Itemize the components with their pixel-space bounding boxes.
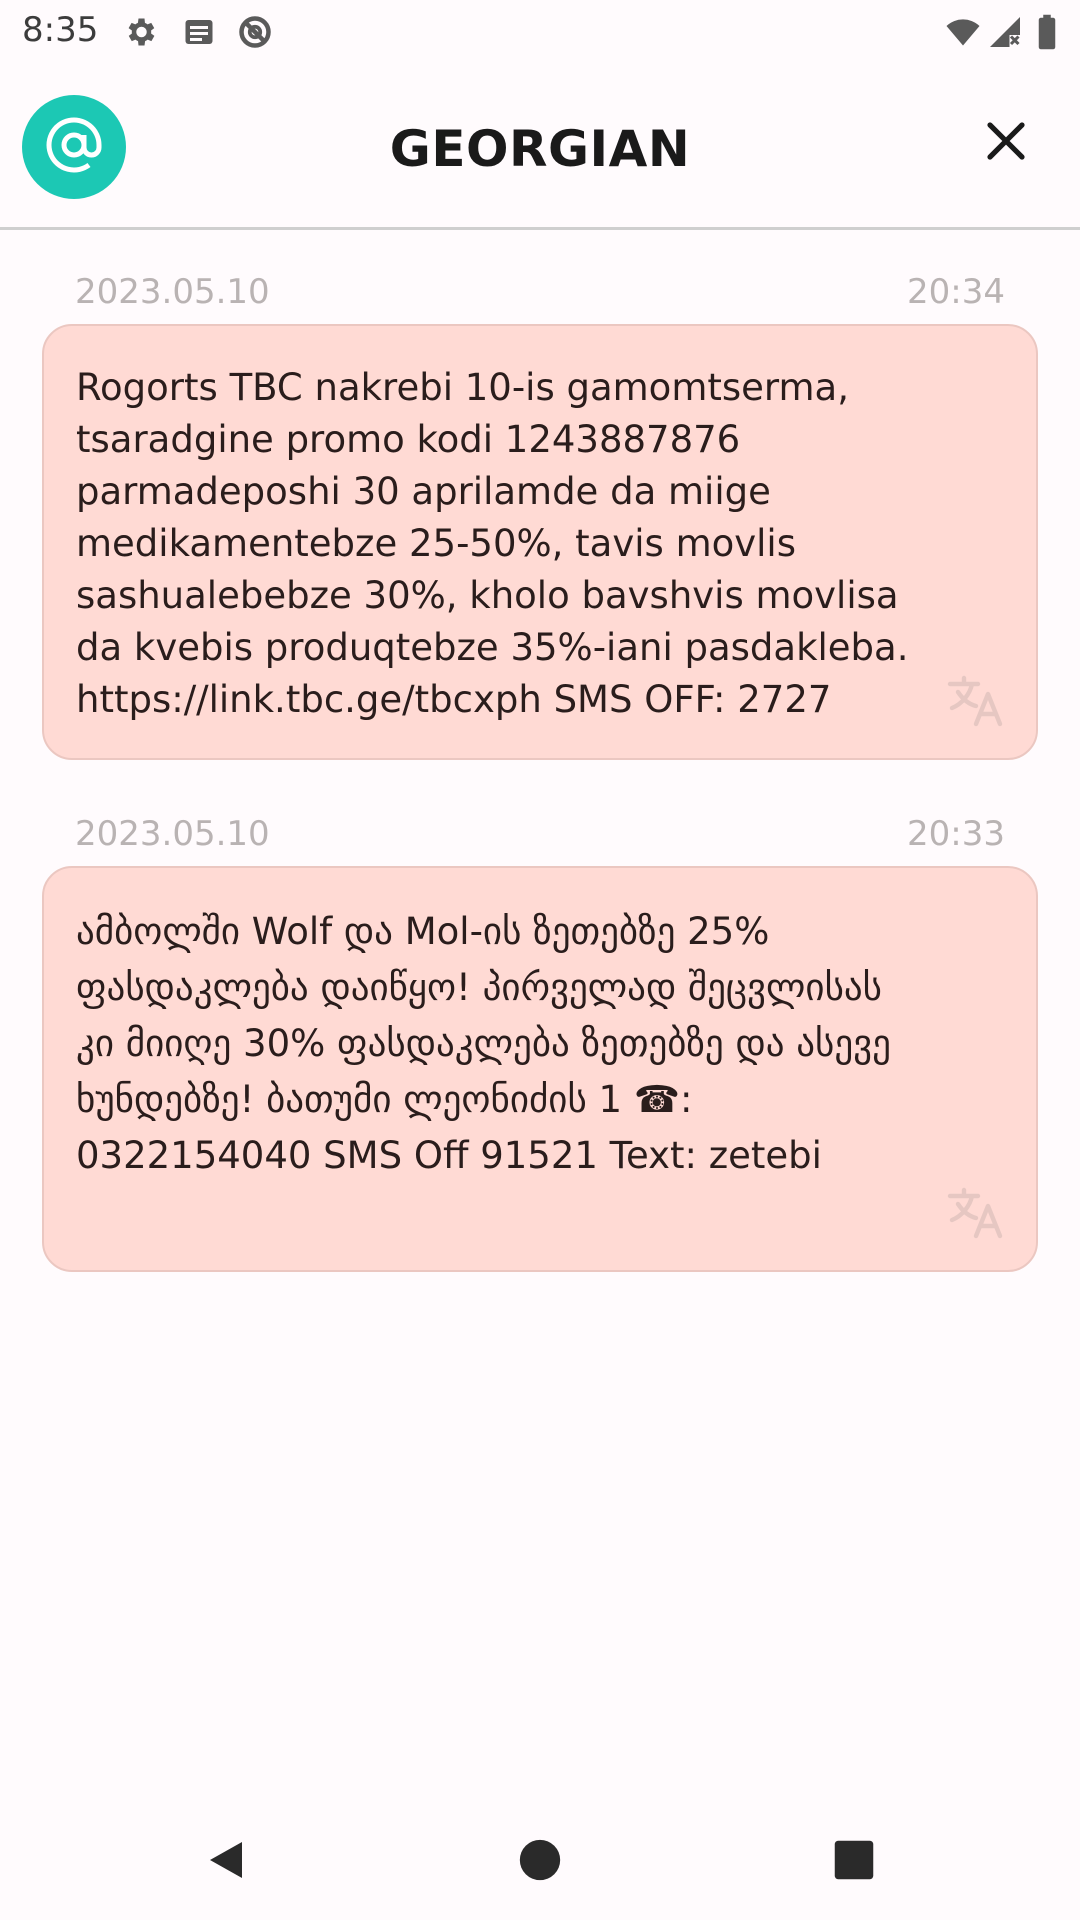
back-icon xyxy=(202,1836,250,1884)
message-item: 2023.05.10 20:33 ამბოლში Wolf და Mol-ის … xyxy=(42,808,1038,1272)
recents-icon xyxy=(833,1839,875,1881)
home-button[interactable] xyxy=(512,1832,568,1888)
message-text: ამბოლში Wolf და Mol-ის ზეთებზე 25% ფასდა… xyxy=(76,910,903,1177)
message-date: 2023.05.10 xyxy=(75,814,270,854)
message-time: 20:33 xyxy=(907,814,1005,854)
navigation-bar xyxy=(0,1800,1080,1920)
page-title: GEORGIAN xyxy=(389,120,691,178)
message-text: Rogorts TBC nakrebi 10-is gamomtserma, t… xyxy=(76,366,921,721)
battery-icon xyxy=(1035,14,1059,50)
status-bar: 8:35 xyxy=(0,0,1080,64)
recents-button[interactable] xyxy=(826,1832,882,1888)
message-meta: 2023.05.10 20:34 xyxy=(42,266,1038,316)
translate-icon[interactable] xyxy=(946,672,1006,728)
home-icon xyxy=(518,1838,562,1882)
close-icon xyxy=(982,117,1030,169)
settings-icon xyxy=(122,14,158,50)
notification-icon xyxy=(181,14,217,50)
blocked-icon xyxy=(237,14,273,50)
message-item: 2023.05.10 20:34 Rogorts TBC nakrebi 10-… xyxy=(42,266,1038,760)
header: GEORGIAN xyxy=(0,64,1080,230)
message-time: 20:34 xyxy=(907,272,1005,312)
back-button[interactable] xyxy=(198,1832,254,1888)
translate-icon[interactable] xyxy=(946,1184,1006,1240)
status-time: 8:35 xyxy=(22,10,99,50)
message-meta: 2023.05.10 20:33 xyxy=(42,808,1038,858)
message-bubble[interactable]: Rogorts TBC nakrebi 10-is gamomtserma, t… xyxy=(42,324,1038,760)
wifi-icon xyxy=(942,14,984,50)
close-button[interactable] xyxy=(975,112,1037,174)
message-date: 2023.05.10 xyxy=(75,272,270,312)
message-bubble[interactable]: ამბოლში Wolf და Mol-ის ზეთებზე 25% ფასდა… xyxy=(42,866,1038,1272)
signal-icon xyxy=(986,14,1024,50)
